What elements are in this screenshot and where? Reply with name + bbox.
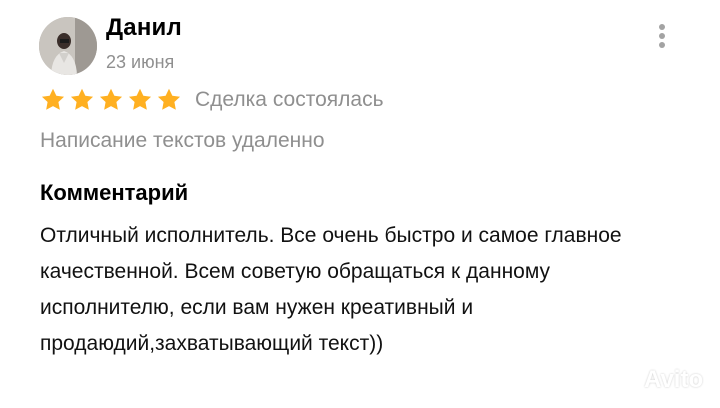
deal-status: Сделка состоялась [195, 88, 384, 111]
star-icon [98, 87, 124, 113]
comment-text: Отличный исполнитель. Все очень быстро и… [40, 224, 622, 355]
comment-heading: Комментарий [40, 180, 189, 205]
service-title: Написание текстов удаленно [40, 129, 325, 152]
author-avatar[interactable] [39, 17, 97, 75]
star-icon [69, 87, 95, 113]
star-icon [127, 87, 153, 113]
author-avatar-photo [39, 17, 97, 75]
author-name[interactable]: Данил [106, 14, 182, 42]
avito-watermark: Avito [612, 366, 703, 394]
watermark-text: Avito [644, 366, 704, 393]
review-date: 23 июня [106, 52, 175, 72]
rating-row: Сделка состоялась [40, 86, 384, 114]
avito-logo-icon [612, 369, 640, 391]
star-icon [156, 87, 182, 113]
more-vertical-icon [659, 24, 665, 30]
more-options-button[interactable] [654, 23, 670, 49]
star-icon [40, 87, 66, 113]
